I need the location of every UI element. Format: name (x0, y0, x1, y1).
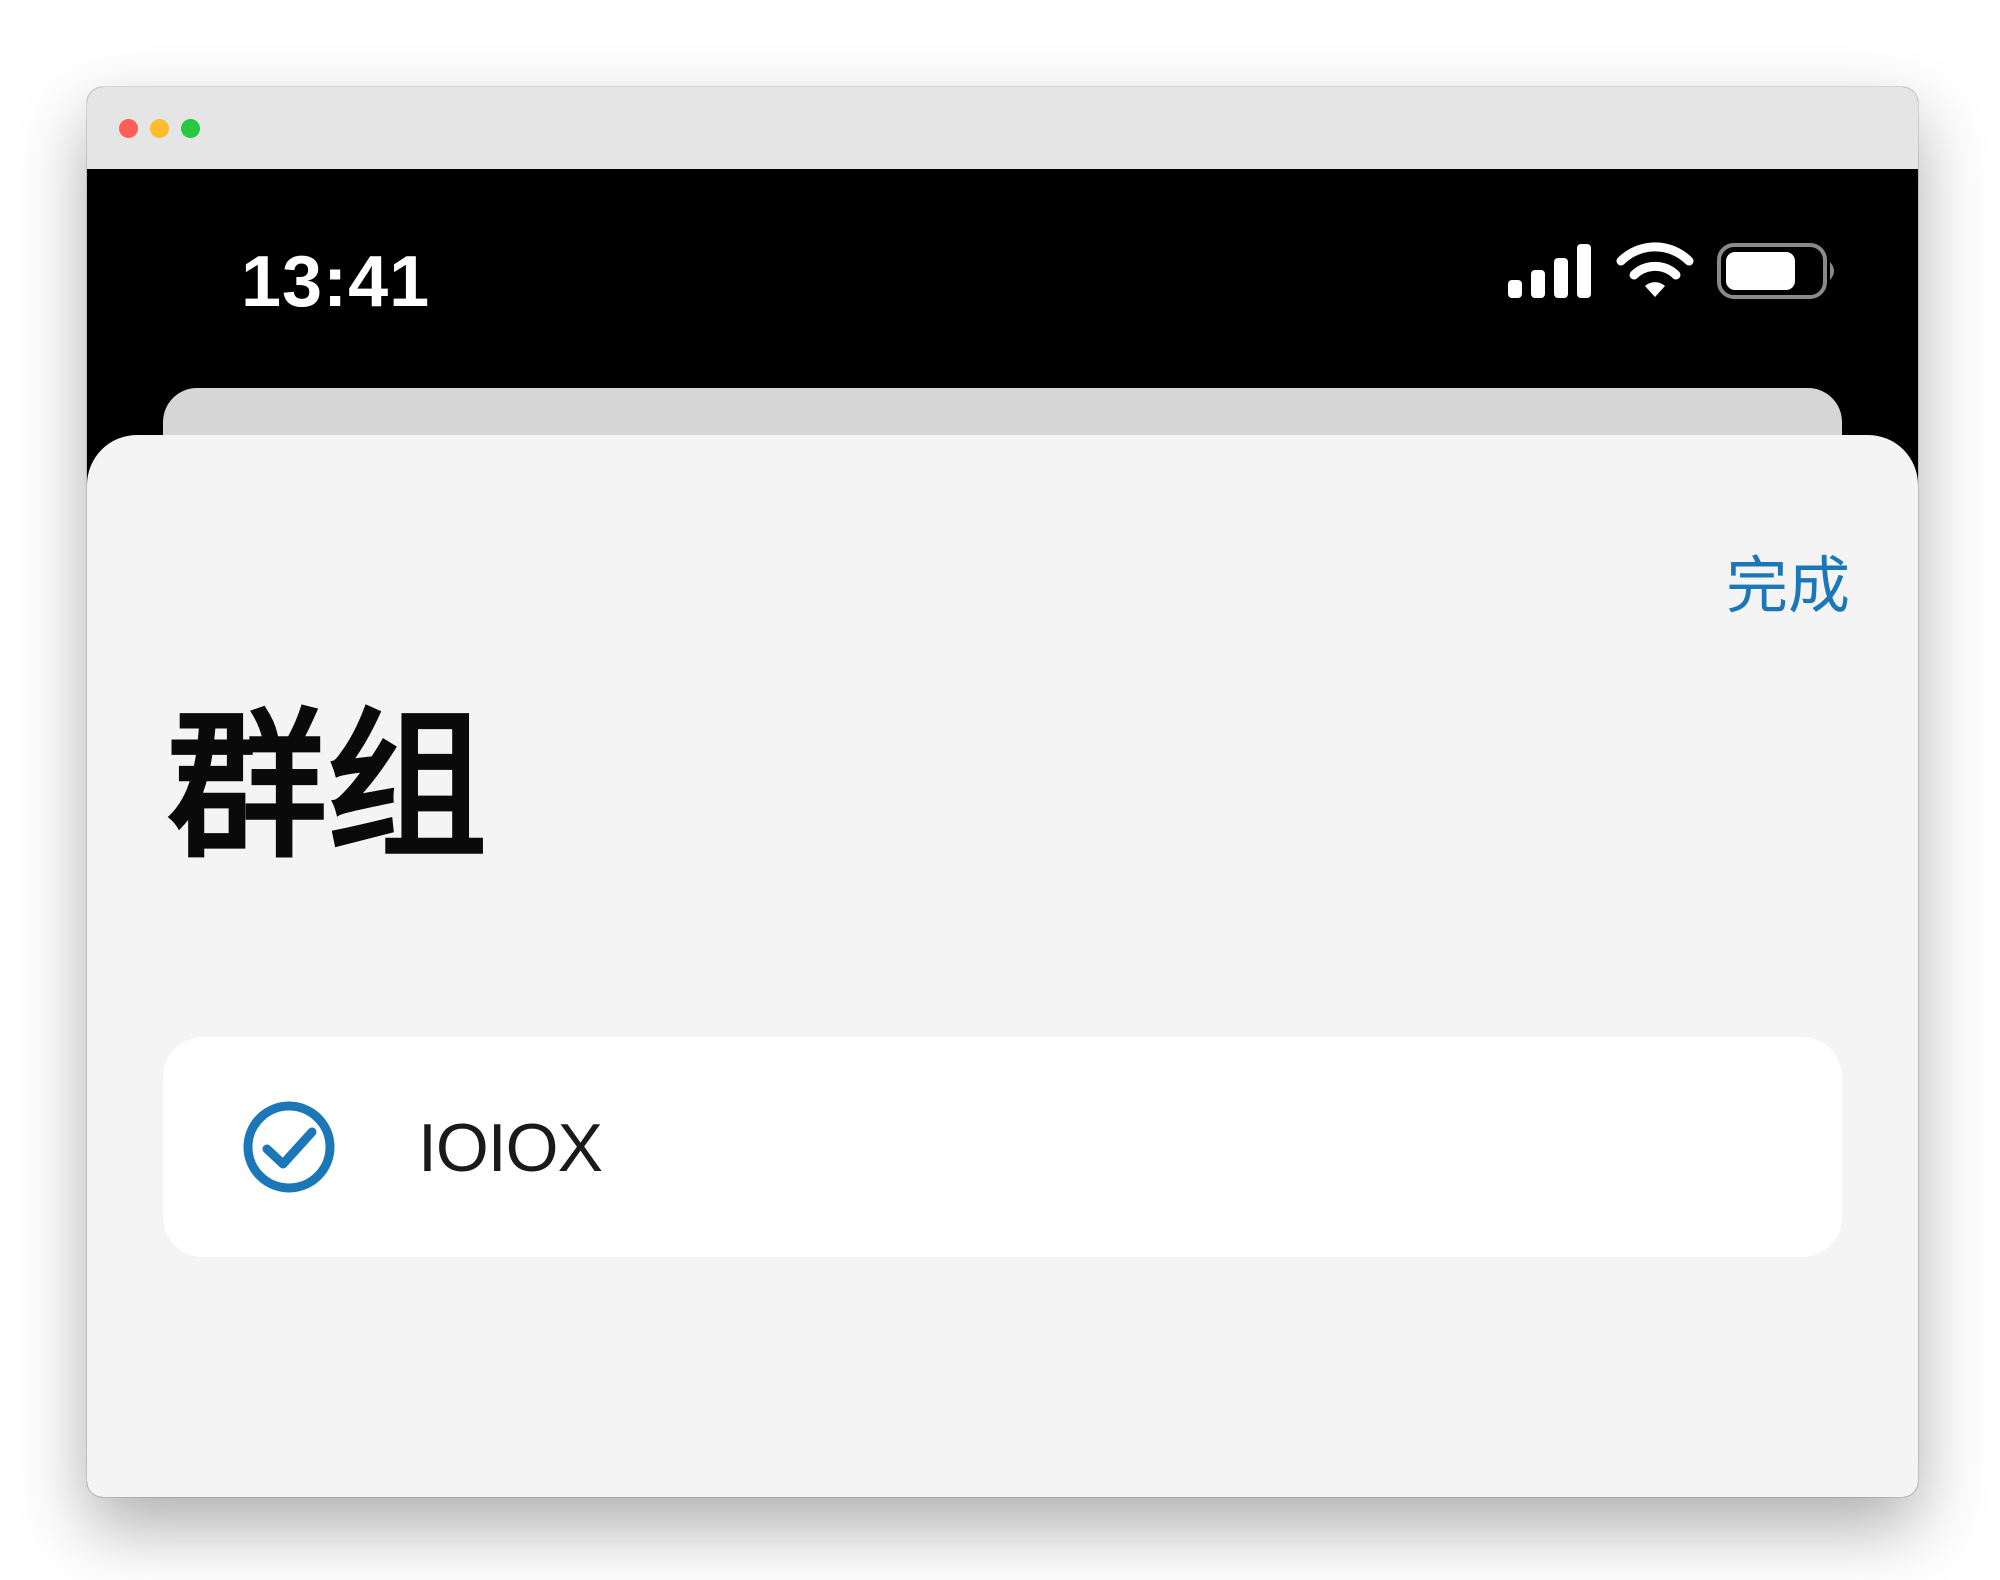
cellular-signal-icon (1508, 244, 1591, 298)
list-item[interactable]: IOIOX (163, 1037, 1842, 1257)
checkmark-circle-icon[interactable] (241, 1099, 337, 1195)
app-window: 13:41 完成 群组 IOIOX (87, 87, 1918, 1497)
status-bar: 13:41 (87, 169, 1918, 384)
wifi-icon (1616, 242, 1694, 297)
done-button[interactable]: 完成 (1726, 535, 1850, 625)
close-window-button[interactable] (119, 119, 138, 138)
group-name: IOIOX (418, 1110, 603, 1186)
battery-icon (1717, 243, 1834, 299)
zoom-window-button[interactable] (181, 119, 200, 138)
group-list: IOIOX (163, 1037, 1842, 1257)
minimize-window-button[interactable] (150, 119, 169, 138)
page-title: 群组 (167, 693, 488, 880)
status-time: 13:41 (241, 242, 431, 322)
groups-sheet: 完成 群组 IOIOX (87, 435, 1918, 1497)
window-titlebar (87, 87, 1918, 169)
